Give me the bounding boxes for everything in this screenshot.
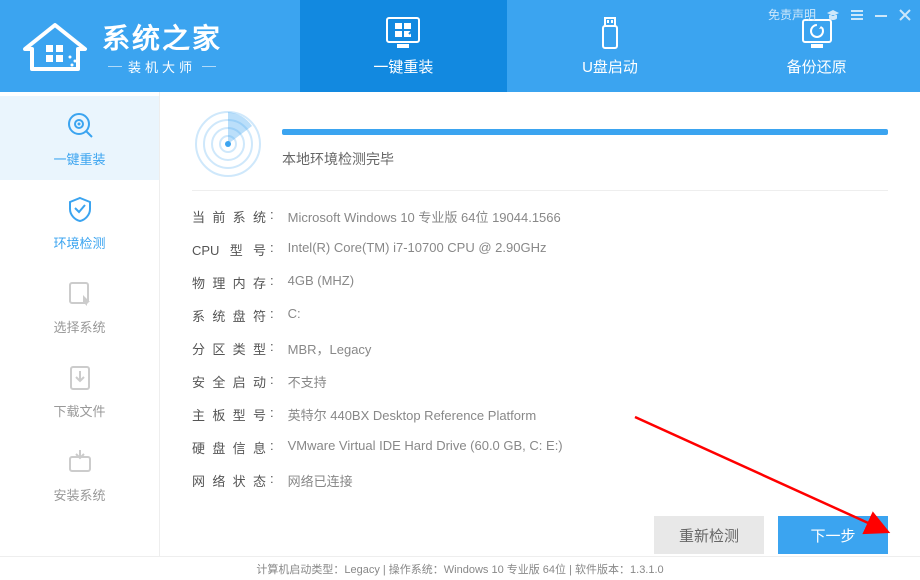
info-row-network: 网络状态:网络已连接 <box>192 471 888 490</box>
sidebar-item-env-check[interactable]: 环境检测 <box>0 180 159 264</box>
info-value: C: <box>288 306 301 325</box>
info-row-disk: 硬盘信息:VMware Virtual IDE Hard Drive (60.0… <box>192 438 888 457</box>
sidebar: 一键重装 环境检测 选择系统 下载文件 安装系统 <box>0 92 160 556</box>
progress-col: 本地环境检测完毕 <box>282 119 888 169</box>
logo-text: 系统之家 装机大师 <box>102 17 222 76</box>
sidebar-item-label: 环境检测 <box>53 233 105 252</box>
action-buttons: 重新检测 下一步 <box>654 516 888 554</box>
progress-row: 本地环境检测完毕 <box>192 108 888 180</box>
info-value: MBR，Legacy <box>288 339 372 358</box>
progress-bar <box>282 129 888 135</box>
minimize-icon[interactable] <box>874 8 888 22</box>
radar-icon <box>192 108 264 180</box>
info-value: 不支持 <box>288 372 327 391</box>
next-button[interactable]: 下一步 <box>778 516 888 554</box>
info-value: Intel(R) Core(TM) i7-10700 CPU @ 2.90GHz <box>288 240 547 259</box>
info-row-secureboot: 安全启动:不支持 <box>192 372 888 391</box>
target-icon <box>64 109 96 141</box>
info-value: 4GB (MHZ) <box>288 273 354 292</box>
windows-reinstall-icon <box>383 16 423 50</box>
menu-icon[interactable] <box>850 8 864 22</box>
sidebar-item-download[interactable]: 下载文件 <box>0 348 159 432</box>
content: 本地环境检测完毕 当前系统:Microsoft Windows 10 专业版 6… <box>160 92 920 556</box>
info-label: 硬盘信息 <box>192 438 266 457</box>
info-row-motherboard: 主板型号:英特尔 440BX Desktop Reference Platfor… <box>192 405 888 424</box>
progress-fill <box>282 129 888 135</box>
info-row-drive: 系统盘符:C: <box>192 306 888 325</box>
graduation-icon[interactable] <box>826 8 840 22</box>
sidebar-item-label: 下载文件 <box>53 401 105 420</box>
footer-text: 计算机启动类型：Legacy | 操作系统：Windows 10 专业版 64位… <box>256 561 663 577</box>
sidebar-item-reinstall[interactable]: 一键重装 <box>0 96 159 180</box>
tab-label: U盘启动 <box>582 56 638 77</box>
info-value: 网络已连接 <box>288 471 353 490</box>
sidebar-item-label: 一键重装 <box>53 149 105 168</box>
tab-label: 一键重装 <box>373 56 433 77</box>
tab-reinstall[interactable]: 一键重装 <box>300 0 507 92</box>
tab-usb-boot[interactable]: U盘启动 <box>507 0 714 92</box>
body: 一键重装 环境检测 选择系统 下载文件 安装系统 <box>0 92 920 556</box>
select-icon <box>64 277 96 309</box>
tab-label: 备份还原 <box>787 56 847 77</box>
sidebar-item-label: 安装系统 <box>53 485 105 504</box>
logo-subtitle: 装机大师 <box>102 57 222 76</box>
install-icon <box>64 445 96 477</box>
info-label: 网络状态 <box>192 471 266 490</box>
shield-check-icon <box>64 193 96 225</box>
info-label: 物理内存 <box>192 273 266 292</box>
disclaimer-link[interactable]: 免责声明 <box>768 6 816 23</box>
logo-title: 系统之家 <box>102 17 222 57</box>
info-value: 英特尔 440BX Desktop Reference Platform <box>288 405 537 424</box>
info-label: 分区类型 <box>192 339 266 358</box>
info-label: CPU型号 <box>192 240 266 259</box>
header: 系统之家 装机大师 一键重装 U盘启动 备份还原 免责声明 <box>0 0 920 92</box>
logo-area: 系统之家 装机大师 <box>0 0 300 92</box>
info-label: 系统盘符 <box>192 306 266 325</box>
usb-icon <box>590 16 630 50</box>
info-value: Microsoft Windows 10 专业版 64位 19044.1566 <box>288 207 561 226</box>
sidebar-item-install[interactable]: 安装系统 <box>0 432 159 516</box>
info-row-partition: 分区类型:MBR，Legacy <box>192 339 888 358</box>
divider <box>192 190 888 191</box>
info-label: 安全启动 <box>192 372 266 391</box>
info-row-memory: 物理内存:4GB (MHZ) <box>192 273 888 292</box>
footer: 计算机启动类型：Legacy | 操作系统：Windows 10 专业版 64位… <box>0 556 920 580</box>
info-label: 主板型号 <box>192 405 266 424</box>
sidebar-item-select-system[interactable]: 选择系统 <box>0 264 159 348</box>
sidebar-item-label: 选择系统 <box>53 317 105 336</box>
logo-icon <box>20 19 90 74</box>
info-label: 当前系统 <box>192 207 266 226</box>
progress-status: 本地环境检测完毕 <box>282 149 888 169</box>
info-row-os: 当前系统:Microsoft Windows 10 专业版 64位 19044.… <box>192 207 888 226</box>
window-controls: 免责声明 <box>768 6 912 23</box>
info-value: VMware Virtual IDE Hard Drive (60.0 GB, … <box>288 438 563 457</box>
download-icon <box>64 361 96 393</box>
info-row-cpu: CPU型号:Intel(R) Core(TM) i7-10700 CPU @ 2… <box>192 240 888 259</box>
info-list: 当前系统:Microsoft Windows 10 专业版 64位 19044.… <box>192 207 888 490</box>
redetect-button[interactable]: 重新检测 <box>654 516 764 554</box>
close-icon[interactable] <box>898 8 912 22</box>
